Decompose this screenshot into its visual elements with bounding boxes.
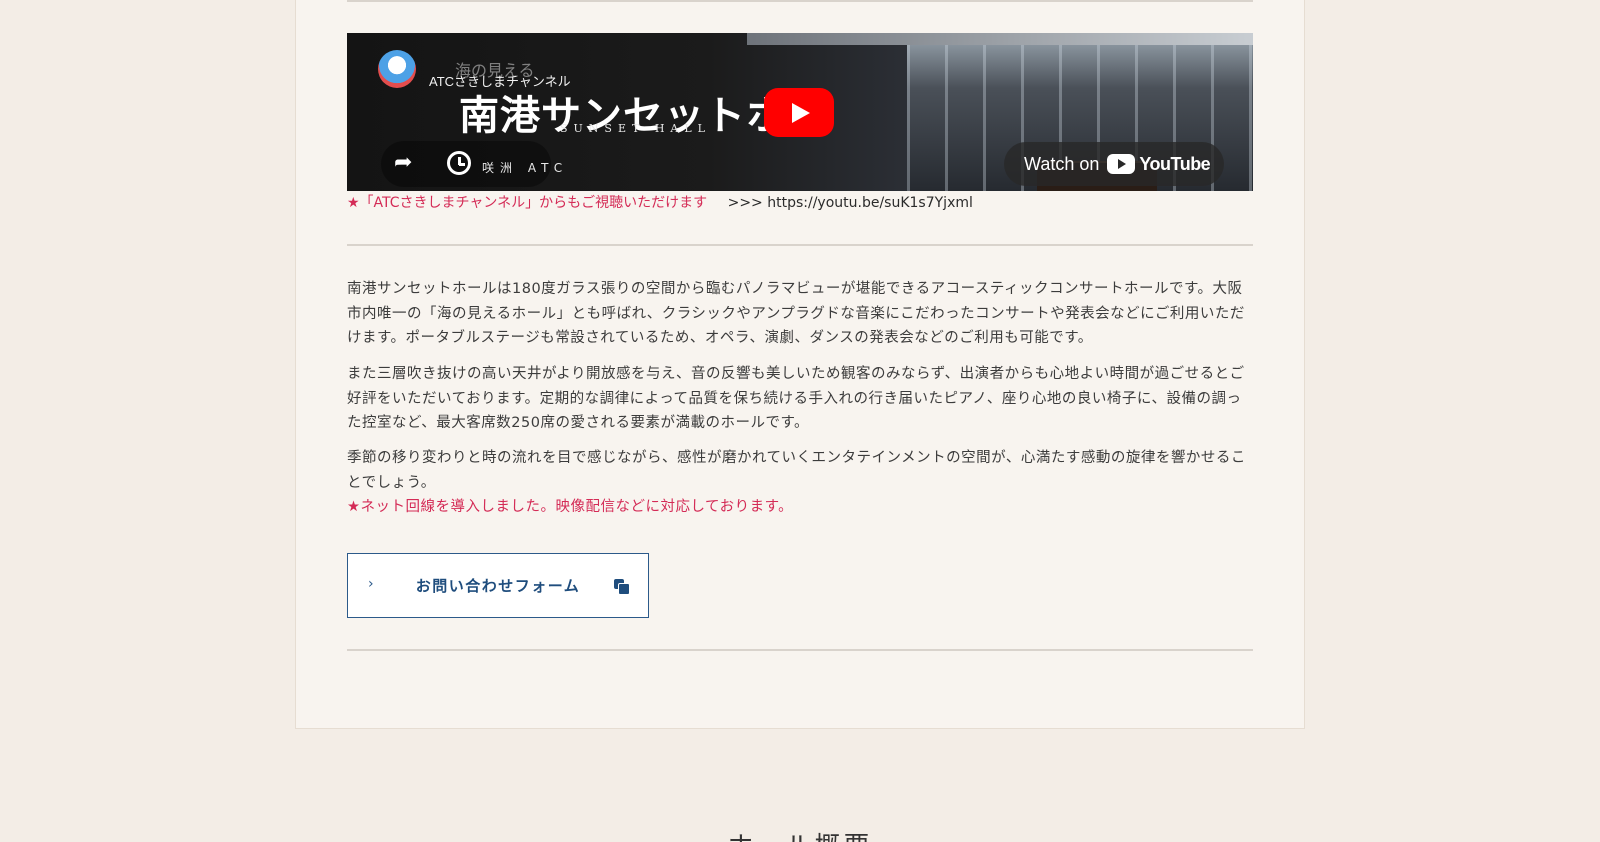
video-thumbnail-ceiling [747, 33, 1253, 45]
overlay-en-title: SUNSET HALL [560, 122, 711, 135]
divider-after-video [347, 244, 1253, 246]
channel-avatar[interactable] [378, 50, 416, 88]
watch-later-icon[interactable] [447, 151, 471, 175]
contact-form-button[interactable]: › お問い合わせフォーム [347, 553, 649, 618]
network-note: ★ネット回線を導入しました。映像配信などに対応しております。 [347, 499, 794, 515]
chevron-right-icon: › [368, 576, 374, 592]
description-paragraph-1: 南港サンセットホールは180度ガラス張りの空間から臨むパノラマビューが堪能できる… [347, 281, 1245, 346]
youtube-logo-icon [1107, 154, 1136, 174]
watch-on-label: Watch on [1024, 153, 1100, 174]
overlay-atc: 咲洲 ATC [482, 161, 569, 175]
contact-form-label: お問い合わせフォーム [415, 577, 581, 595]
channel-note-text: ★「ATCさきしまチャンネル」からもご視聴いただけます [347, 195, 708, 211]
description-paragraph-3: 季節の移り変わりと時の流れを目で感じながら、感性が磨かれていくエンタテインメント… [347, 450, 1246, 491]
watch-on-youtube-button[interactable]: Watch on YouTube [1004, 142, 1224, 186]
channel-url-link[interactable]: >>> https://youtu.be/suK1s7Yjxml [728, 195, 973, 211]
external-window-icon [614, 579, 630, 595]
bottom-divider [347, 649, 1253, 651]
section-heading-hall-overview: ホール概要 [0, 826, 1600, 842]
play-button[interactable] [764, 88, 834, 137]
share-icon[interactable]: ➦ [394, 151, 420, 175]
youtube-embed[interactable]: 海の見える ATCさきしまチャンネル 南港サンセットホー SUNSET HALL… [347, 33, 1253, 191]
youtube-wordmark: YouTube [1139, 153, 1211, 174]
top-divider [347, 0, 1253, 2]
description-paragraph-2: また三層吹き抜けの高い天井がより開放感を与え、音の反響も美しいため観客のみならず… [347, 366, 1245, 431]
channel-note: ★「ATCさきしまチャンネル」からもご視聴いただけます >>> https://… [347, 192, 973, 212]
